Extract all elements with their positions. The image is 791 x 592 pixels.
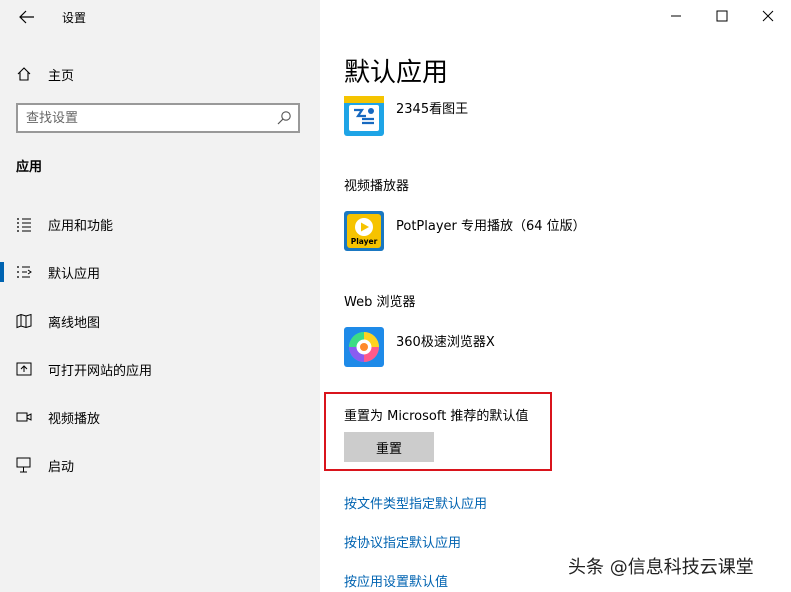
minimize-icon xyxy=(671,15,681,17)
home-label: 主页 xyxy=(48,68,75,84)
search-input[interactable] xyxy=(26,109,266,127)
link-by-protocol[interactable]: 按协议指定默认应用 xyxy=(344,532,461,551)
link-by-file-type[interactable]: 按文件类型指定默认应用 xyxy=(344,493,487,512)
page-title: 默认应用 xyxy=(344,58,449,88)
360-browser-icon xyxy=(344,327,384,367)
reset-button[interactable]: 重置 xyxy=(344,432,434,462)
video-player-app-name: PotPlayer 专用播放（64 位版） xyxy=(396,219,586,234)
default-apps-icon xyxy=(17,266,32,278)
sidebar-item-apps-for-websites[interactable]: 可打开网站的应用 xyxy=(0,352,320,386)
photo-viewer-app-name: 2345看图王 xyxy=(396,102,469,117)
sidebar-item-label: 默认应用 xyxy=(48,267,101,282)
sidebar-item-offline-maps[interactable]: 离线地图 xyxy=(0,304,320,338)
2345-viewer-icon xyxy=(344,96,384,136)
main-content: 默认应用 2345看图王 视频播放器 Player PotPlayer 专用播放… xyxy=(320,0,791,592)
maximize-button[interactable] xyxy=(699,0,745,32)
sidebar-item-label: 启动 xyxy=(48,460,75,475)
startup-icon xyxy=(16,457,31,473)
search-box[interactable] xyxy=(16,103,300,133)
sidebar-item-label: 应用和功能 xyxy=(48,219,114,234)
potplayer-icon: Player xyxy=(344,211,384,251)
sidebar-item-label: 视频播放 xyxy=(48,412,101,427)
window-title: 设置 xyxy=(62,11,87,25)
link-by-app[interactable]: 按应用设置默认值 xyxy=(344,571,448,590)
offline-maps-icon xyxy=(16,313,32,329)
web-browser-app-name: 360极速浏览器X xyxy=(396,335,495,350)
apps-for-websites-icon xyxy=(16,362,32,376)
watermark: 头条 @信息科技云课堂 xyxy=(568,557,754,578)
video-player-app-button[interactable]: Player PotPlayer 专用播放（64 位版） xyxy=(344,211,586,251)
sidebar-item-video-playback[interactable]: 视频播放 xyxy=(0,400,320,434)
sidebar-item-startup[interactable]: 启动 xyxy=(0,448,320,482)
search-icon[interactable] xyxy=(276,110,292,126)
section-title: 应用 xyxy=(16,160,43,175)
close-button[interactable] xyxy=(745,0,791,32)
selected-indicator xyxy=(0,262,4,282)
back-button[interactable] xyxy=(16,6,38,28)
photo-viewer-app-button[interactable]: 2345看图王 xyxy=(344,96,468,136)
video-playback-icon xyxy=(16,412,32,422)
potplayer-icon-text: Player xyxy=(351,237,378,246)
minimize-button[interactable] xyxy=(653,0,699,32)
maximize-icon xyxy=(716,10,728,22)
sidebar: 设置 主页 应用 应用和功能 默认应用 离线地图 xyxy=(0,0,320,592)
home-nav-item[interactable]: 主页 xyxy=(16,64,74,84)
reset-label: 重置为 Microsoft 推荐的默认值 xyxy=(344,409,529,424)
home-icon xyxy=(17,67,31,81)
video-player-label: 视频播放器 xyxy=(344,179,410,194)
sidebar-item-label: 离线地图 xyxy=(48,316,101,331)
close-icon xyxy=(762,10,774,22)
web-browser-app-button[interactable]: 360极速浏览器X xyxy=(344,327,495,367)
web-browser-label: Web 浏览器 xyxy=(344,295,416,310)
sidebar-item-default-apps[interactable]: 默认应用 xyxy=(0,255,320,289)
back-arrow-icon xyxy=(19,10,34,24)
sidebar-item-label: 可打开网站的应用 xyxy=(48,364,153,379)
apps-features-icon xyxy=(17,218,31,232)
sidebar-item-apps-features[interactable]: 应用和功能 xyxy=(0,207,320,241)
